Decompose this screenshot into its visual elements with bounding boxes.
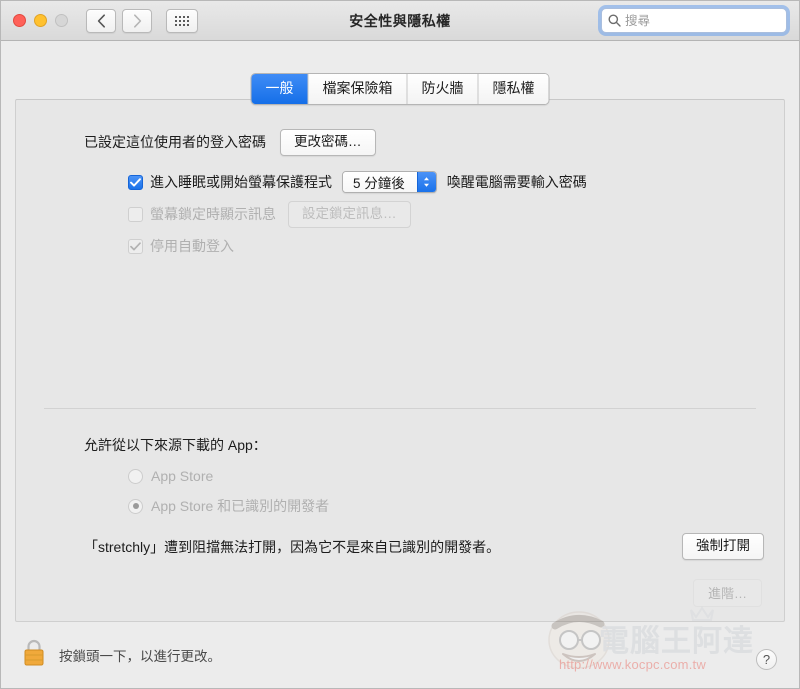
gatekeeper-option-appstore[interactable]: App Store [16,463,784,489]
navigation-buttons [86,8,198,33]
search-icon [608,14,621,27]
require-password-row: 進入睡眠或開始螢幕保護程式 5 分鐘後 喚醒電腦需要輸入密碼 [16,168,784,196]
search-input[interactable] [625,13,780,28]
search-container [601,8,787,33]
tab-filevault[interactable]: 檔案保險箱 [308,74,408,104]
password-delay-popup[interactable]: 5 分鐘後 [342,171,437,193]
show-all-button[interactable] [166,8,198,33]
minimize-window-button[interactable] [34,14,47,27]
tab-firewall[interactable]: 防火牆 [407,74,479,104]
show-lock-message-checkbox[interactable] [128,206,143,222]
general-settings-section: 已設定這位使用者的登入密碼 更改密碼… 進入睡眠或開始螢幕保護程式 5 分鐘後 [16,100,784,260]
gatekeeper-heading: 允許從以下來源下載的 App： [84,437,267,453]
forward-button[interactable] [122,8,152,33]
appstore-identified-radio[interactable] [128,498,143,514]
chevron-updown-icon [416,172,436,192]
open-anyway-button[interactable]: 強制打開 [682,533,764,560]
checkmark-icon [130,177,141,187]
lock-row: 按鎖頭一下，以進行更改。 [21,637,221,674]
gatekeeper-option-appstore-identified[interactable]: App Store 和已識別的開發者 [16,493,784,519]
title-bar: 安全性與隱私權 [1,1,799,41]
appstore-radio-label: App Store [151,468,214,484]
lock-closed-icon[interactable] [21,637,47,674]
change-password-button[interactable]: 更改密碼… [280,128,376,156]
watermark-url: http://www.kocpc.com.tw [559,657,706,672]
lock-note: 按鎖頭一下，以進行更改。 [59,649,221,664]
password-delay-value: 5 分鐘後 [343,172,417,192]
require-password-label: 進入睡眠或開始螢幕保護程式 [150,174,332,190]
disable-auto-login-row: 停用自動登入 [16,232,784,260]
watermark-brand: 電腦王阿達 [599,625,754,658]
preferences-window: 安全性與隱私權 一般 檔案保險箱 防火牆 隱私權 已設定這位使用者的登入密碼 [0,0,800,689]
close-window-button[interactable] [13,14,26,27]
gatekeeper-section: 允許從以下來源下載的 App： App Store App Store 和已識別… [16,409,784,560]
login-password-label: 已設定這位使用者的登入密碼 [84,134,266,150]
window-controls [13,14,68,27]
login-password-row: 已設定這位使用者的登入密碼 更改密碼… [16,128,784,156]
content-panel: 已設定這位使用者的登入密碼 更改密碼… 進入睡眠或開始螢幕保護程式 5 分鐘後 [15,99,785,622]
back-button[interactable] [86,8,116,33]
require-password-checkbox[interactable] [128,174,143,190]
grid-icon [175,15,189,26]
disable-auto-login-checkbox[interactable] [128,238,143,254]
gatekeeper-heading-row: 允許從以下來源下載的 App： [16,431,784,459]
help-button[interactable]: ? [756,649,777,670]
chevron-left-icon [97,13,105,28]
tab-general[interactable]: 一般 [251,74,309,104]
tab-bar: 一般 檔案保險箱 防火牆 隱私權 [250,73,550,105]
tab-privacy[interactable]: 隱私權 [478,74,549,104]
show-lock-message-label: 螢幕鎖定時顯示訊息 [150,206,276,222]
show-lock-message-row: 螢幕鎖定時顯示訊息 設定鎖定訊息… [16,200,784,228]
zoom-window-button [55,14,68,27]
blocked-app-row: 「stretchly」遭到阻擋無法打開，因為它不是來自已識別的開發者。 強制打開 [16,533,784,560]
disable-auto-login-label: 停用自動登入 [150,238,234,254]
set-lock-message-button[interactable]: 設定鎖定訊息… [288,200,411,228]
appstore-identified-radio-label: App Store 和已識別的開發者 [151,498,330,514]
blocked-app-message: 「stretchly」遭到阻擋無法打開，因為它不是來自已識別的開發者。 [84,538,501,555]
bottom-bar: 按鎖頭一下，以進行更改。 電腦王阿達 http://www.kocpc.com.… [1,606,799,688]
advanced-button[interactable]: 進階… [692,579,762,607]
appstore-radio[interactable] [128,468,143,484]
chevron-right-icon [133,13,141,28]
tab-bar-area: 一般 檔案保險箱 防火牆 隱私權 [1,41,799,105]
search-field[interactable] [601,8,787,33]
require-password-suffix-label: 喚醒電腦需要輸入密碼 [446,174,587,190]
checkmark-icon [130,241,141,250]
